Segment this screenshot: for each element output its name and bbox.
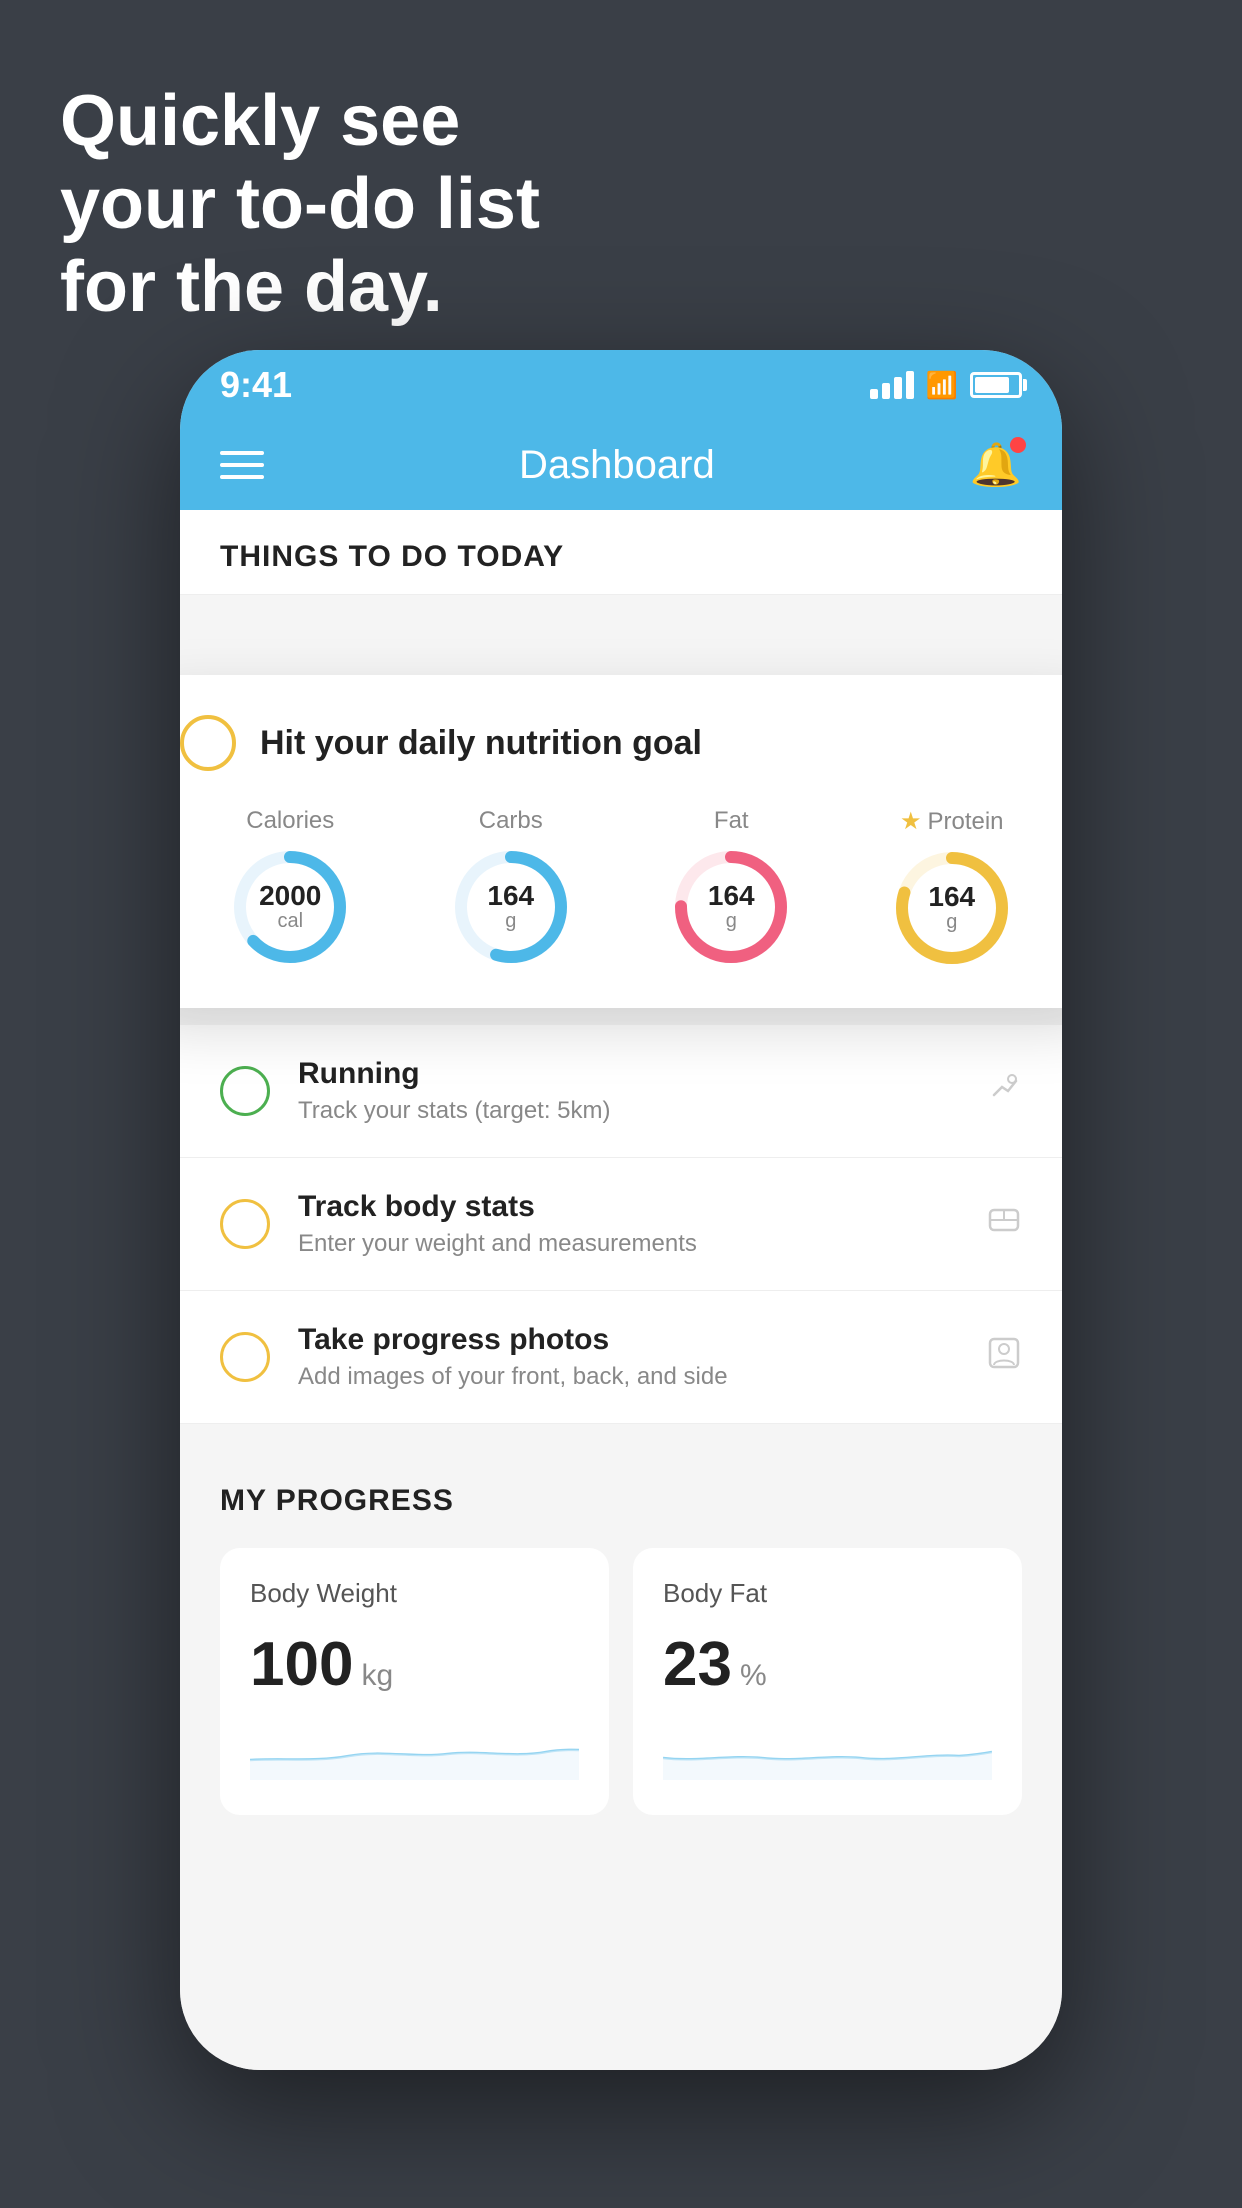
star-icon: ★ bbox=[900, 807, 922, 836]
headline: Quickly see your to-do list for the day. bbox=[60, 80, 540, 328]
nutrition-card: Hit your daily nutrition goal Calories bbox=[180, 675, 1062, 1008]
phone-content: THINGS TO DO TODAY Hit your daily nutrit… bbox=[180, 510, 1062, 2070]
card-title: Hit your daily nutrition goal bbox=[260, 724, 702, 763]
stat-protein: ★ Protein 164 g bbox=[892, 807, 1012, 968]
calories-donut: 2000 cal bbox=[230, 847, 350, 967]
calories-label: Calories bbox=[246, 807, 334, 835]
bodystats-name: Track body stats bbox=[298, 1190, 958, 1224]
fat-donut: 164 g bbox=[671, 847, 791, 967]
weight-chart bbox=[250, 1720, 579, 1780]
notification-bell[interactable]: 🔔 bbox=[970, 441, 1022, 490]
running-name: Running bbox=[298, 1057, 958, 1091]
carbs-donut: 164 g bbox=[451, 847, 571, 967]
protein-donut: 164 g bbox=[892, 848, 1012, 968]
status-icons: 📶 bbox=[870, 370, 1022, 401]
body-weight-value: 100 kg bbox=[250, 1629, 579, 1700]
headline-line1: Quickly see bbox=[60, 80, 540, 163]
bodystats-circle bbox=[220, 1199, 270, 1249]
check-circle bbox=[180, 715, 236, 771]
wifi-icon: 📶 bbox=[926, 370, 958, 401]
battery-icon bbox=[970, 372, 1022, 398]
progress-cards: Body Weight 100 kg Body Fat 23 % bbox=[220, 1548, 1022, 1815]
photos-circle bbox=[220, 1332, 270, 1382]
headline-line3: for the day. bbox=[60, 246, 540, 329]
fat-chart bbox=[663, 1720, 992, 1780]
nav-bar: Dashboard 🔔 bbox=[180, 420, 1062, 510]
fat-label: Fat bbox=[714, 807, 749, 835]
running-desc: Track your stats (target: 5km) bbox=[298, 1097, 958, 1125]
status-time: 9:41 bbox=[220, 364, 292, 406]
protein-label: Protein bbox=[927, 808, 1003, 836]
running-circle bbox=[220, 1066, 270, 1116]
todo-item-photos[interactable]: Take progress photos Add images of your … bbox=[180, 1291, 1062, 1424]
progress-title: MY PROGRESS bbox=[220, 1484, 1022, 1518]
body-fat-value: 23 % bbox=[663, 1629, 992, 1700]
nav-title: Dashboard bbox=[519, 443, 715, 488]
photos-name: Take progress photos bbox=[298, 1323, 958, 1357]
progress-section: MY PROGRESS Body Weight 100 kg bbox=[180, 1444, 1062, 1855]
notification-dot bbox=[1010, 437, 1026, 453]
section-header: THINGS TO DO TODAY bbox=[180, 510, 1062, 595]
body-fat-card: Body Fat 23 % bbox=[633, 1548, 1022, 1815]
card-header: Hit your daily nutrition goal bbox=[180, 715, 1062, 771]
bodystats-desc: Enter your weight and measurements bbox=[298, 1230, 958, 1258]
body-weight-label: Body Weight bbox=[250, 1578, 579, 1609]
section-title: THINGS TO DO TODAY bbox=[220, 540, 564, 573]
stat-fat: Fat 164 g bbox=[671, 807, 791, 968]
body-weight-card: Body Weight 100 kg bbox=[220, 1548, 609, 1815]
stat-calories: Calories 2000 cal bbox=[230, 807, 350, 968]
status-bar: 9:41 📶 bbox=[180, 350, 1062, 420]
todo-list: Running Track your stats (target: 5km) T… bbox=[180, 1025, 1062, 1424]
nutrition-stats: Calories 2000 cal bbox=[180, 807, 1062, 968]
headline-line2: your to-do list bbox=[60, 163, 540, 246]
stat-carbs: Carbs 164 g bbox=[451, 807, 571, 968]
running-icon bbox=[986, 1069, 1022, 1114]
person-icon bbox=[986, 1335, 1022, 1380]
todo-item-running[interactable]: Running Track your stats (target: 5km) bbox=[180, 1025, 1062, 1158]
signal-icon bbox=[870, 371, 914, 399]
photos-desc: Add images of your front, back, and side bbox=[298, 1363, 958, 1391]
phone-frame: 9:41 📶 Dashboard 🔔 bbox=[180, 350, 1062, 2070]
hamburger-menu[interactable] bbox=[220, 451, 264, 479]
scale-icon bbox=[986, 1202, 1022, 1247]
body-fat-label: Body Fat bbox=[663, 1578, 992, 1609]
todo-item-body-stats[interactable]: Track body stats Enter your weight and m… bbox=[180, 1158, 1062, 1291]
carbs-label: Carbs bbox=[479, 807, 543, 835]
